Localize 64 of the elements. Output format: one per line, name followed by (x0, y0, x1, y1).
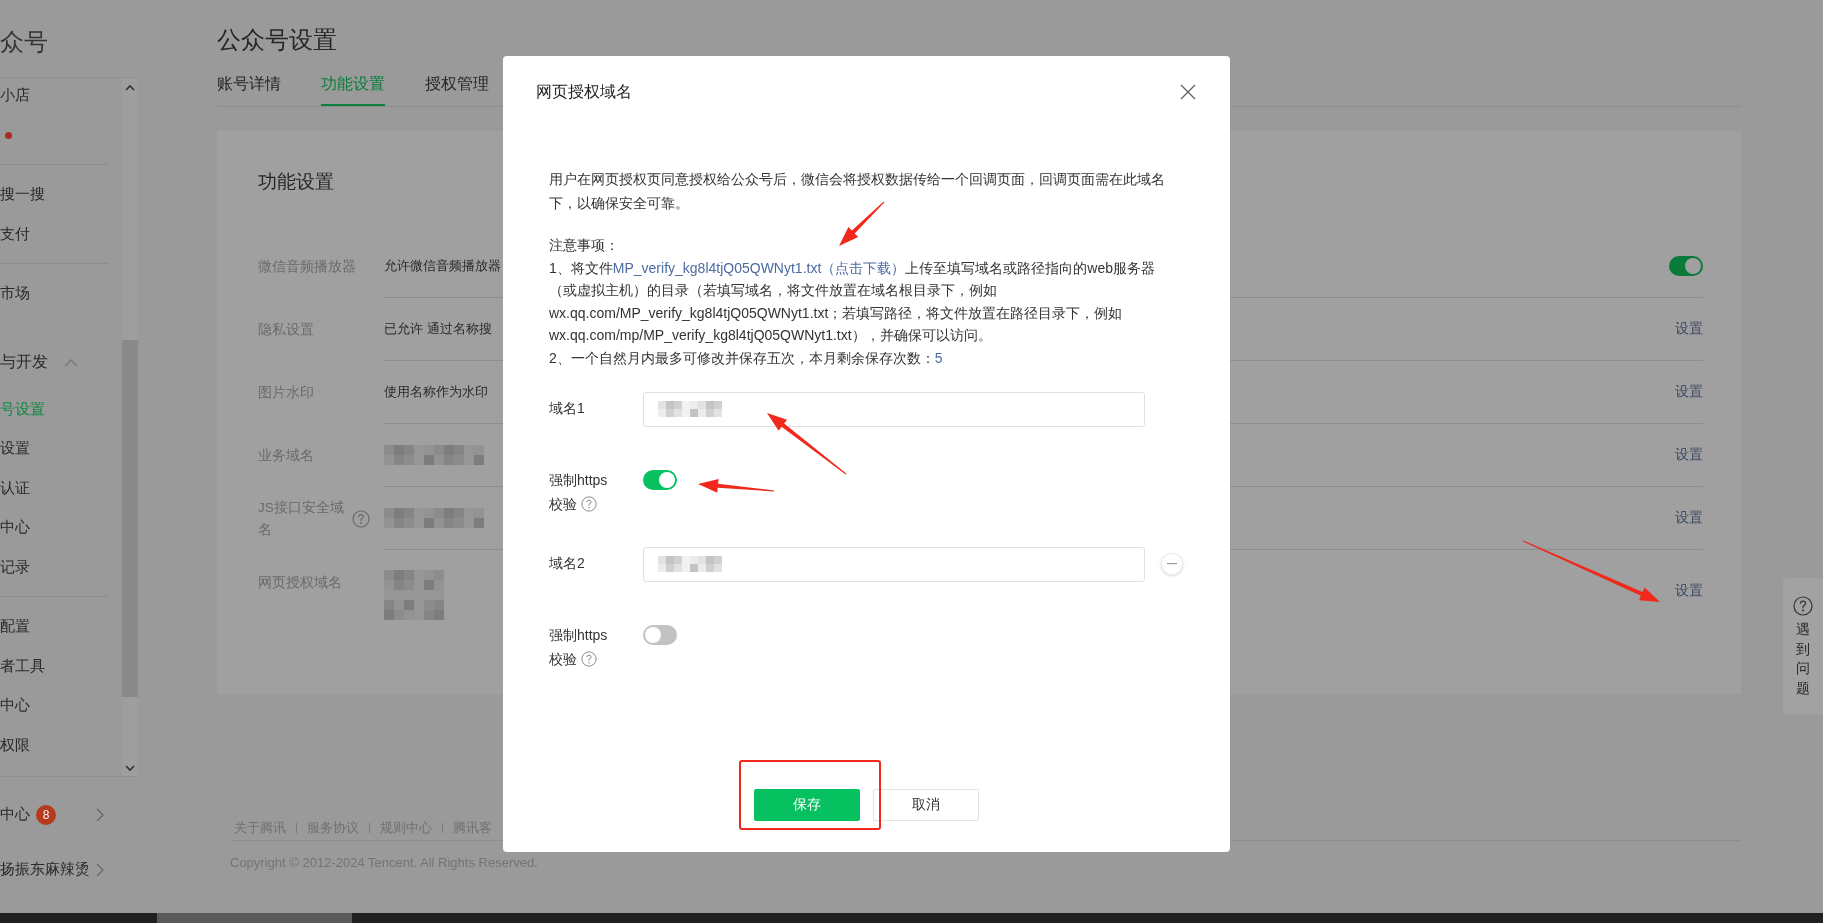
sidebar-item[interactable]: 中心 (0, 696, 30, 716)
sidebar-group-header[interactable]: 与开发 (0, 338, 122, 387)
setting-value: 允许微信音频播放器 (384, 257, 501, 275)
field-label: 域名1 (549, 400, 586, 418)
field-label: 强制https (549, 472, 608, 488)
field-label: 校验 (549, 495, 577, 514)
setting-value: 已允许 通过名称搜 (384, 320, 492, 338)
minus-icon (1167, 563, 1177, 565)
chevron-right-icon (96, 862, 104, 877)
toggle-switch[interactable] (643, 625, 677, 645)
note-text: 2、一个自然月内最多可修改并保存五次，本月剩余保存次数： (549, 349, 935, 366)
note-text: 1、将文件MP_verify_kg8l4tjQ05QWNyt1.txt（点击下载）上传至填写域名或路径指向的web服务器（或虚拟主机）的目录（若填写域名，将文件放置在域名根目录下，例如wx.qq.com/MP_verify_kg8l4tjQ05QWNyt1.txt；若填写路径，将文件放置在路径目录下，例如wx.qq.com/mp/MP_verify_kg8l4tjQ05QWNyt1.txt），并确保可以访问。 (549, 258, 1156, 345)
sidebar-item[interactable]: 搜一搜 (0, 185, 45, 205)
sidebar-item[interactable]: 记录 (0, 557, 30, 577)
download-link[interactable]: MP_verify_kg8l4tjQ05QWNyt1.txt（点击下载） (612, 259, 906, 276)
help-float-button[interactable]: 遇到问题 (1783, 578, 1823, 715)
settings-link[interactable]: 设置 (1675, 570, 1703, 600)
sidebar-item[interactable]: 中心 (0, 518, 30, 538)
annotation-arrow (839, 201, 885, 246)
tab[interactable]: 账号详情 (217, 74, 281, 106)
sidebar-item[interactable]: 中心 (0, 805, 30, 824)
chevron-down-icon[interactable] (125, 765, 135, 772)
toggle-switch[interactable] (1669, 256, 1703, 276)
sidebar-item[interactable]: 支付 (0, 224, 30, 244)
field-label: 强制https (549, 627, 608, 643)
sidebar-item[interactable]: 认证 (0, 478, 30, 498)
chevron-up-icon (64, 358, 78, 367)
help-icon[interactable] (352, 509, 370, 528)
sidebar-item[interactable]: 市场 (0, 284, 30, 304)
remaining-count: 5 (934, 349, 943, 366)
cancel-button[interactable]: 取消 (873, 789, 979, 821)
remove-button[interactable] (1161, 553, 1183, 575)
field-label: 校验 (549, 650, 577, 669)
toggle-switch[interactable] (643, 470, 677, 490)
sidebar-item[interactable]: 配置 (0, 617, 30, 637)
scrollbar[interactable] (122, 78, 138, 776)
section-title: 功能设置 (258, 171, 334, 192)
count-badge: 8 (36, 804, 56, 825)
settings-link[interactable]: 设置 (1675, 383, 1703, 401)
sidebar-item[interactable]: 权限 (0, 735, 30, 755)
sidebar-title: 众号 (0, 0, 138, 78)
tab[interactable]: 授权管理 (425, 74, 489, 106)
sidebar-item[interactable]: 扬振东麻辣烫 (0, 860, 90, 879)
description-text: 用户在网页授权页同意授权给公众号后，微信会将授权数据传给一个回调页面，回调页面需在此域名下，以确保安全可靠。 (549, 170, 1166, 213)
page-title: 公众号设置 (217, 25, 337, 54)
input-field[interactable] (643, 391, 1145, 427)
close-button[interactable] (1178, 82, 1198, 102)
notes-title: 注意事项： (549, 237, 619, 253)
settings-link[interactable]: 设置 (1675, 509, 1703, 527)
setting-value: 使用名称作为水印 (384, 383, 488, 401)
dialog-title: 网页授权域名 (536, 81, 632, 102)
help-icon[interactable] (581, 496, 597, 512)
chevron-up-icon[interactable] (125, 84, 135, 91)
sidebar-item[interactable]: 小店 (0, 86, 30, 106)
chevron-right-icon (96, 807, 104, 822)
input-field[interactable] (643, 546, 1145, 582)
settings-link[interactable]: 设置 (1675, 446, 1703, 464)
close-icon (1180, 84, 1196, 100)
field-label: 域名2 (549, 555, 586, 573)
help-icon (1793, 596, 1813, 616)
settings-link[interactable]: 设置 (1675, 320, 1703, 338)
help-icon[interactable] (581, 651, 597, 667)
sidebar-item[interactable]: 设置 (0, 439, 30, 459)
sidebar-item[interactable]: 者工具 (0, 656, 45, 676)
